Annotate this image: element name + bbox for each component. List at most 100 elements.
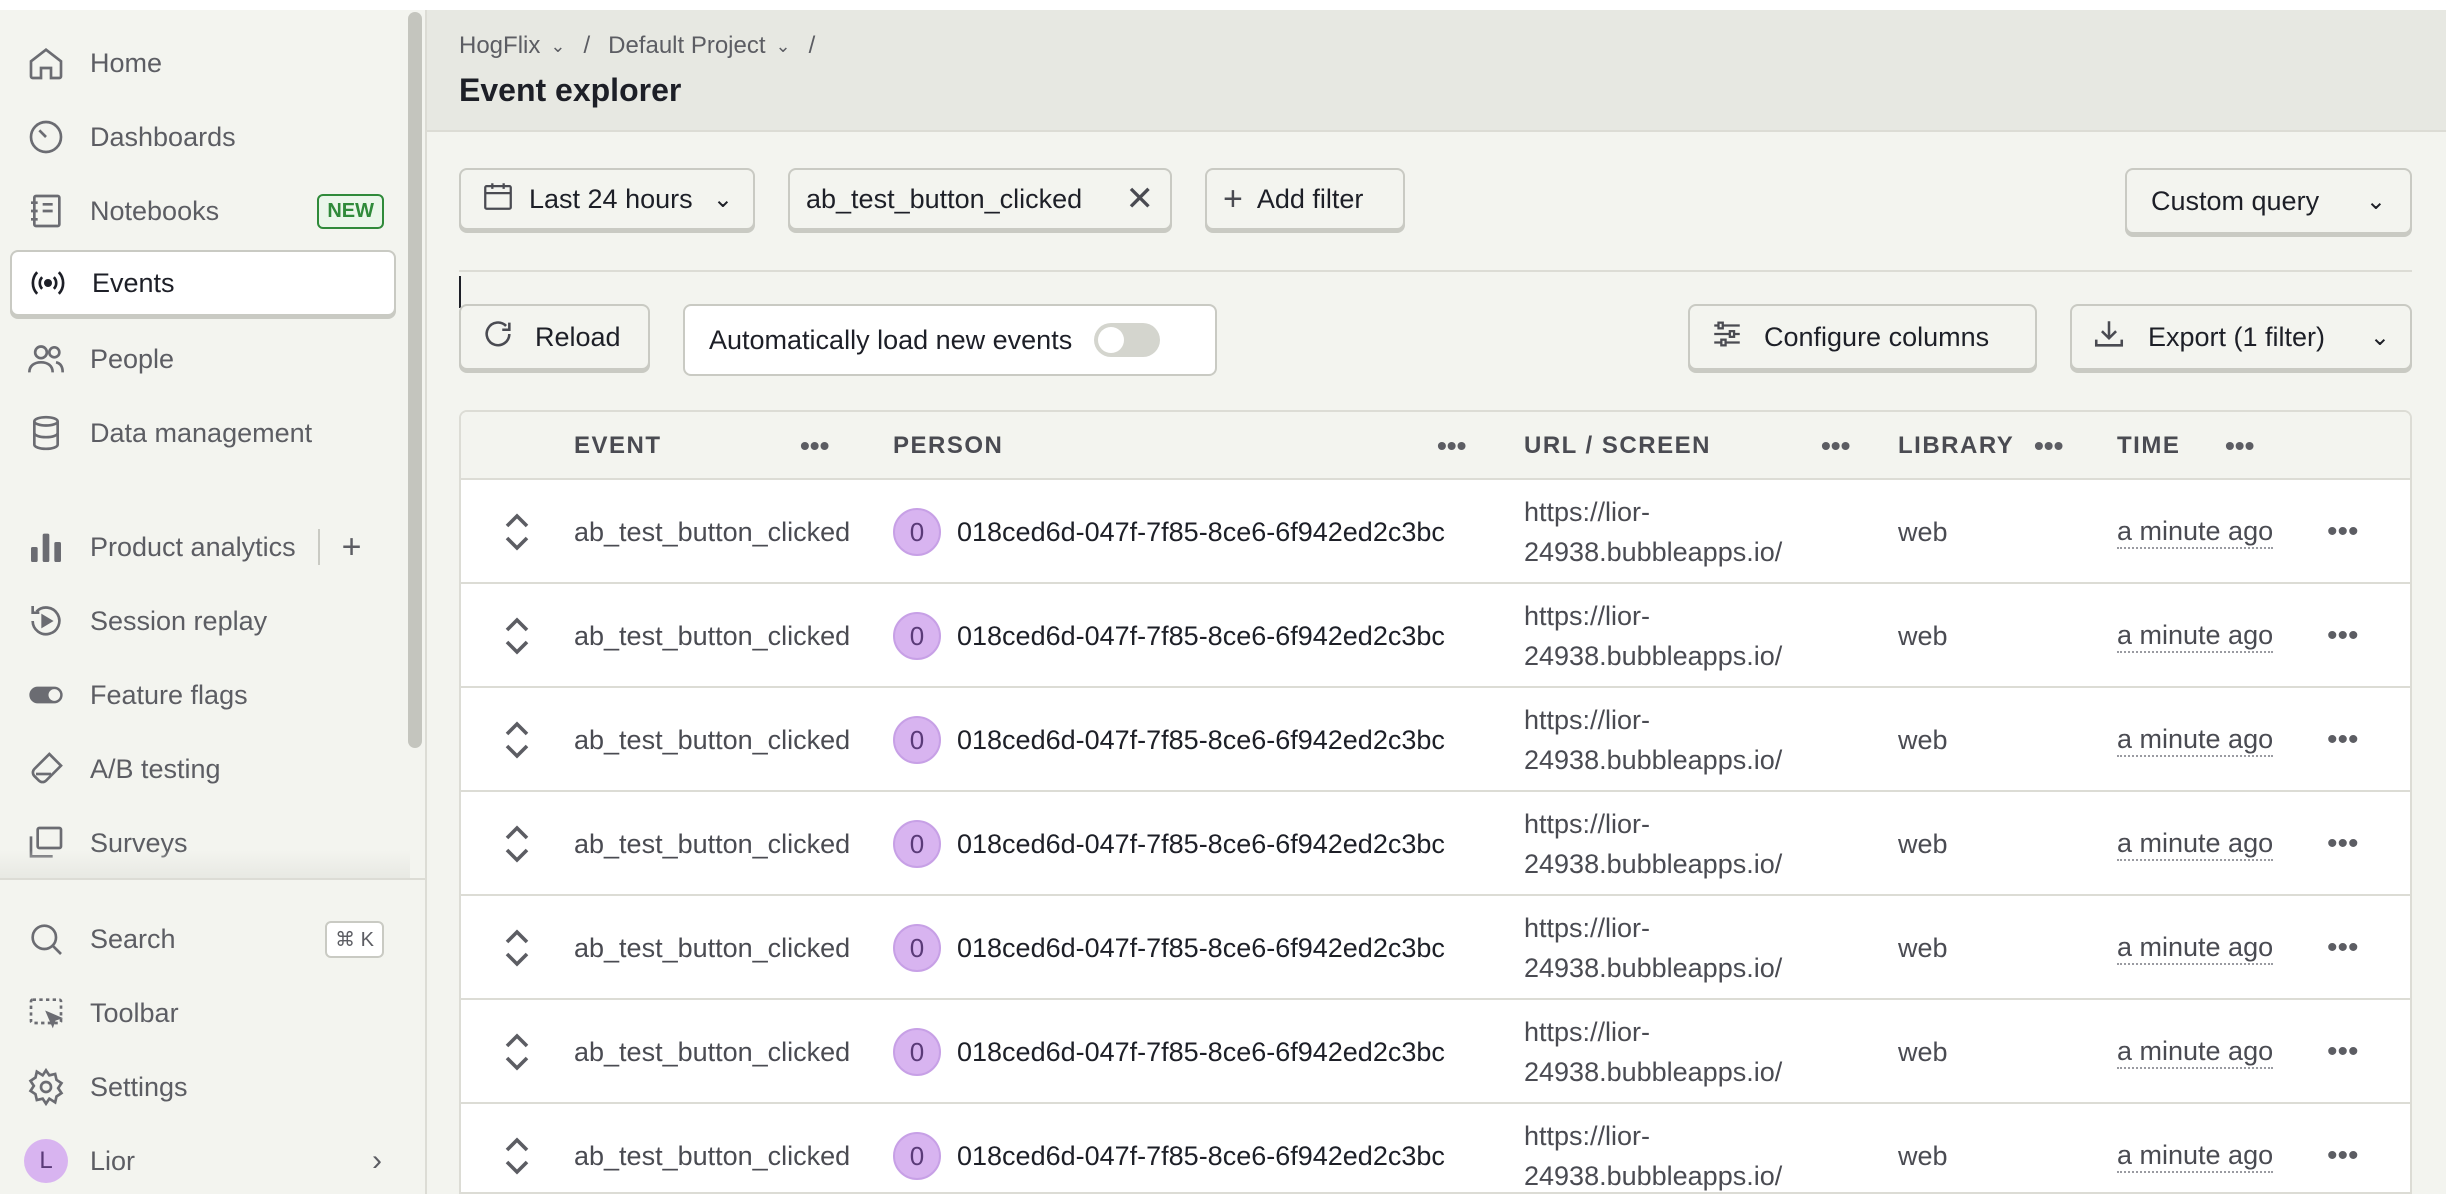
person-cell[interactable]: 0 018ced6d-047f-7f85-8ce6-6f942ed2c3bc — [893, 688, 1445, 792]
event-filter-chip[interactable]: ab_test_button_clicked ✕ — [788, 168, 1172, 230]
close-icon[interactable]: ✕ — [1126, 179, 1155, 219]
expand-row-icon[interactable] — [503, 584, 531, 688]
sidebar-item-label: Notebooks — [90, 195, 220, 226]
row-menu-icon[interactable]: ••• — [2327, 688, 2359, 792]
sidebar-item-home[interactable]: Home — [10, 30, 396, 96]
person-id[interactable]: 018ced6d-047f-7f85-8ce6-6f942ed2c3bc — [957, 1141, 1445, 1172]
row-menu-icon[interactable]: ••• — [2327, 480, 2359, 584]
event-name[interactable]: ab_test_button_clicked — [574, 896, 850, 1000]
reload-button[interactable]: Reload — [459, 304, 650, 370]
export-button[interactable]: Export (1 filter) ⌄ — [2070, 304, 2412, 370]
column-menu-icon[interactable]: ••• — [1437, 430, 1466, 462]
column-menu-icon[interactable]: ••• — [1821, 430, 1850, 462]
table-row[interactable]: ab_test_button_clicked 0 018ced6d-047f-7… — [461, 896, 2410, 1000]
url-line: 24938.bubbleapps.io/ — [1524, 641, 1783, 671]
date-range-label: Last 24 hours — [529, 183, 693, 214]
sidebar-item-ab-testing[interactable]: A/B testing — [10, 736, 396, 802]
expand-row-icon[interactable] — [503, 1104, 531, 1192]
person-cell[interactable]: 0 018ced6d-047f-7f85-8ce6-6f942ed2c3bc — [893, 1000, 1445, 1104]
sidebar-item-label: Data management — [90, 417, 313, 448]
date-range-button[interactable]: Last 24 hours ⌄ — [459, 168, 755, 230]
column-header-person[interactable]: PERSON ••• — [893, 412, 1503, 480]
column-menu-icon[interactable]: ••• — [2034, 430, 2063, 462]
sidebar-item-session-replay[interactable]: Session replay — [10, 588, 396, 654]
sidebar-item-product-analytics[interactable]: Product analytics + — [10, 514, 396, 580]
sidebar-scrollbar[interactable] — [408, 12, 422, 748]
event-name[interactable]: ab_test_button_clicked — [574, 480, 850, 584]
auto-load-toggle[interactable]: Automatically load new events — [683, 304, 1217, 376]
time-cell: a minute ago — [2117, 1000, 2274, 1104]
toggle-icon — [24, 673, 68, 717]
person-cell[interactable]: 0 018ced6d-047f-7f85-8ce6-6f942ed2c3bc — [893, 896, 1445, 1000]
url-cell: https://lior- 24938.bubbleapps.io/ — [1524, 480, 1782, 584]
toggle-switch[interactable] — [1094, 323, 1161, 357]
person-cell[interactable]: 0 018ced6d-047f-7f85-8ce6-6f942ed2c3bc — [893, 1104, 1445, 1192]
person-id[interactable]: 018ced6d-047f-7f85-8ce6-6f942ed2c3bc — [957, 933, 1445, 964]
table-row[interactable]: ab_test_button_clicked 0 018ced6d-047f-7… — [461, 584, 2410, 688]
sidebar-item-feature-flags[interactable]: Feature flags — [10, 662, 396, 728]
table-row[interactable]: ab_test_button_clicked 0 018ced6d-047f-7… — [461, 688, 2410, 792]
row-menu-icon[interactable]: ••• — [2327, 792, 2359, 896]
person-id[interactable]: 018ced6d-047f-7f85-8ce6-6f942ed2c3bc — [957, 1037, 1445, 1068]
sidebar-item-settings[interactable]: Settings — [10, 1054, 396, 1120]
sidebar-item-people[interactable]: People — [10, 326, 396, 392]
expand-row-icon[interactable] — [503, 1000, 531, 1104]
sidebar: Home Dashboards Notebooks NEW Events Peo… — [0, 10, 427, 1194]
column-header-time[interactable]: TIME ••• — [2117, 412, 2317, 480]
person-id[interactable]: 018ced6d-047f-7f85-8ce6-6f942ed2c3bc — [957, 829, 1445, 860]
sidebar-item-notebooks[interactable]: Notebooks NEW — [10, 178, 396, 244]
expand-row-icon[interactable] — [503, 792, 531, 896]
row-menu-icon[interactable]: ••• — [2327, 896, 2359, 1000]
events-table: EVENT ••• PERSON ••• URL / SCREEN ••• LI… — [459, 410, 2412, 1194]
table-row[interactable]: ab_test_button_clicked 0 018ced6d-047f-7… — [461, 792, 2410, 896]
event-name[interactable]: ab_test_button_clicked — [574, 688, 850, 792]
person-cell[interactable]: 0 018ced6d-047f-7f85-8ce6-6f942ed2c3bc — [893, 480, 1445, 584]
add-filter-button[interactable]: + Add filter — [1205, 168, 1405, 230]
breadcrumb-org[interactable]: HogFlix — [459, 32, 540, 60]
event-filter-label: ab_test_button_clicked — [806, 183, 1083, 214]
expand-row-icon[interactable] — [503, 896, 531, 1000]
row-menu-icon[interactable]: ••• — [2327, 1000, 2359, 1104]
person-cell[interactable]: 0 018ced6d-047f-7f85-8ce6-6f942ed2c3bc — [893, 584, 1445, 688]
sidebar-item-toolbar[interactable]: Toolbar — [10, 980, 396, 1046]
event-name[interactable]: ab_test_button_clicked — [574, 1104, 850, 1192]
breadcrumb-project[interactable]: Default Project — [608, 32, 765, 60]
add-insight-button[interactable]: + — [342, 528, 362, 567]
column-header-library[interactable]: LIBRARY ••• — [1898, 412, 2098, 480]
table-row[interactable]: ab_test_button_clicked 0 018ced6d-047f-7… — [461, 480, 2410, 584]
url-cell: https://lior- 24938.bubbleapps.io/ — [1524, 792, 1782, 896]
event-name[interactable]: ab_test_button_clicked — [574, 1000, 850, 1104]
query-mode-select[interactable]: Custom query ⌄ — [2125, 168, 2412, 234]
person-id[interactable]: 018ced6d-047f-7f85-8ce6-6f942ed2c3bc — [957, 621, 1445, 652]
relative-time: a minute ago — [2117, 515, 2274, 549]
sidebar-item-dashboards[interactable]: Dashboards — [10, 104, 396, 170]
row-menu-icon[interactable]: ••• — [2327, 1104, 2359, 1192]
table-row[interactable]: ab_test_button_clicked 0 018ced6d-047f-7… — [461, 1104, 2410, 1192]
column-header-url[interactable]: URL / SCREEN ••• — [1524, 412, 1884, 480]
time-cell: a minute ago — [2117, 480, 2274, 584]
event-name[interactable]: ab_test_button_clicked — [574, 792, 850, 896]
url-line: https://lior- — [1524, 913, 1651, 943]
event-name[interactable]: ab_test_button_clicked — [574, 584, 850, 688]
sidebar-item-events[interactable]: Events — [10, 250, 396, 316]
person-id[interactable]: 018ced6d-047f-7f85-8ce6-6f942ed2c3bc — [957, 725, 1445, 756]
configure-columns-button[interactable]: Configure columns — [1688, 304, 2037, 370]
column-menu-icon[interactable]: ••• — [800, 430, 829, 462]
sidebar-item-data-management[interactable]: Data management — [10, 400, 396, 466]
sidebar-item-search[interactable]: Search ⌘ K — [10, 906, 396, 972]
expand-row-icon[interactable] — [503, 480, 531, 584]
table-header: EVENT ••• PERSON ••• URL / SCREEN ••• LI… — [461, 412, 2410, 480]
person-cell[interactable]: 0 018ced6d-047f-7f85-8ce6-6f942ed2c3bc — [893, 792, 1445, 896]
url-cell: https://lior- 24938.bubbleapps.io/ — [1524, 896, 1782, 1000]
row-menu-icon[interactable]: ••• — [2327, 584, 2359, 688]
expand-row-icon[interactable] — [503, 688, 531, 792]
dashboard-icon — [24, 115, 68, 159]
relative-time: a minute ago — [2117, 723, 2274, 757]
breadcrumb: HogFlix ⌄ / Default Project ⌄ / — [459, 32, 833, 60]
table-row[interactable]: ab_test_button_clicked 0 018ced6d-047f-7… — [461, 1000, 2410, 1104]
person-id[interactable]: 018ced6d-047f-7f85-8ce6-6f942ed2c3bc — [957, 517, 1445, 548]
column-header-event[interactable]: EVENT ••• — [574, 412, 874, 480]
sidebar-item-user[interactable]: L Lior › — [10, 1128, 396, 1194]
relative-time: a minute ago — [2117, 931, 2274, 965]
column-menu-icon[interactable]: ••• — [2225, 430, 2254, 462]
